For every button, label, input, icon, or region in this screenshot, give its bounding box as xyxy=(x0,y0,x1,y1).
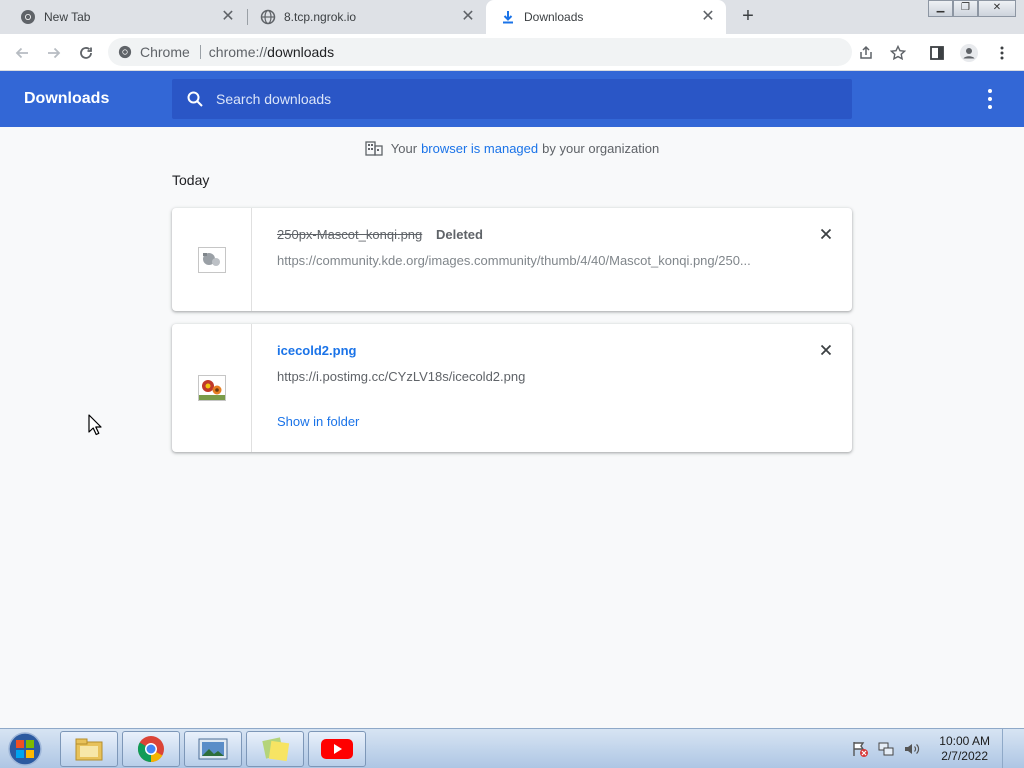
windows-start-icon[interactable] xyxy=(5,731,45,767)
chrome-site-icon xyxy=(118,45,132,59)
managed-prefix: Your xyxy=(390,140,418,156)
file-icon-column xyxy=(172,208,252,311)
restore-window-button[interactable]: ❐ xyxy=(953,0,978,17)
url-path: downloads xyxy=(267,44,335,60)
file-image-icon xyxy=(197,375,226,401)
remove-download-icon[interactable] xyxy=(818,342,834,358)
downloads-menu-button[interactable] xyxy=(984,89,996,109)
mouse-cursor-icon xyxy=(88,414,102,436)
omnibox-divider xyxy=(199,45,201,59)
new-tab-button[interactable]: + xyxy=(737,6,759,28)
tab-title: New Tab xyxy=(44,10,91,24)
building-icon xyxy=(365,141,383,156)
url-scheme: chrome:// xyxy=(208,44,268,60)
close-tab-icon[interactable]: ✕ xyxy=(460,9,476,25)
close-window-button[interactable]: ✕ xyxy=(978,0,1016,17)
back-arrow-icon xyxy=(15,47,28,59)
profile-button[interactable] xyxy=(958,42,980,64)
close-tab-icon[interactable]: ✕ xyxy=(700,9,716,25)
download-filename-link[interactable]: icecold2.png xyxy=(277,343,356,358)
file-explorer-icon xyxy=(75,738,103,761)
more-vert-icon xyxy=(1000,46,1004,60)
close-tab-icon[interactable]: ✕ xyxy=(220,9,236,25)
managed-notice: Your browser is managed by your organiza… xyxy=(0,140,1024,156)
system-tray: 10:00 AM 2/7/2022 xyxy=(851,729,1014,768)
taskbar-youtube[interactable] xyxy=(308,731,366,767)
tab-downloads[interactable]: Downloads ✕ xyxy=(486,0,726,34)
image-viewer-icon xyxy=(198,738,228,760)
page-title: Downloads xyxy=(24,90,110,107)
tab-title: Downloads xyxy=(524,10,584,24)
search-box[interactable] xyxy=(172,79,852,119)
file-icon-column xyxy=(172,324,252,452)
download-item: icecold2.png https://i.postimg.cc/CYzLV1… xyxy=(172,324,852,452)
globe-icon xyxy=(260,9,276,25)
share-icon xyxy=(860,45,872,59)
download-url: https://i.postimg.cc/CYzLV18s/icecold2.p… xyxy=(277,369,526,384)
taskbar-chrome[interactable] xyxy=(122,731,180,767)
star-icon xyxy=(890,45,906,61)
downloads-header: Downloads xyxy=(0,71,1024,127)
side-panel-button[interactable] xyxy=(926,42,948,64)
file-image-icon xyxy=(197,246,226,273)
side-panel-icon xyxy=(930,46,944,60)
share-button[interactable] xyxy=(855,42,877,64)
back-button[interactable] xyxy=(11,42,33,64)
action-center-flag-icon[interactable] xyxy=(851,740,869,758)
show-in-folder-link[interactable]: Show in folder xyxy=(277,414,359,429)
managed-link[interactable]: browser is managed xyxy=(421,141,538,156)
bookmark-button[interactable] xyxy=(887,42,909,64)
clock-time: 10:00 AM xyxy=(939,734,990,748)
address-bar[interactable]: Chrome chrome://downloads xyxy=(108,38,852,66)
browser-toolbar: Chrome chrome://downloads xyxy=(0,34,1024,71)
volume-icon[interactable] xyxy=(903,740,921,758)
tab-new-tab[interactable]: New Tab ✕ xyxy=(0,0,246,34)
remove-download-icon[interactable] xyxy=(818,226,834,242)
minimize-window-button[interactable]: ▁ xyxy=(928,0,953,17)
forward-button[interactable] xyxy=(43,42,65,64)
avatar-icon xyxy=(960,44,978,62)
network-icon[interactable] xyxy=(877,740,895,758)
taskbar-file-explorer[interactable] xyxy=(60,731,118,767)
search-input[interactable] xyxy=(216,91,852,107)
tab-ngrok[interactable]: 8.tcp.ngrok.io ✕ xyxy=(240,0,486,34)
chrome-icon xyxy=(137,736,164,763)
show-desktop-button[interactable] xyxy=(1002,729,1014,768)
download-status: Deleted xyxy=(436,227,483,242)
sticky-notes-icon xyxy=(262,737,290,762)
search-icon xyxy=(187,91,203,107)
tab-title: 8.tcp.ngrok.io xyxy=(284,10,357,24)
date-section-label: Today xyxy=(172,172,210,188)
download-filename: 250px-Mascot_konqi.png xyxy=(277,227,423,242)
managed-suffix: by your organization xyxy=(542,140,660,156)
forward-arrow-icon xyxy=(48,47,61,59)
tab-strip: New Tab ✕ 8.tcp.ngrok.io ✕ Downloads ✕ +… xyxy=(0,0,1024,34)
clock-date: 2/7/2022 xyxy=(941,749,988,763)
taskbar-sticky-notes[interactable] xyxy=(246,731,304,767)
taskbar-image-viewer[interactable] xyxy=(184,731,242,767)
youtube-icon xyxy=(321,739,353,759)
chrome-menu-button[interactable] xyxy=(991,42,1013,64)
taskbar-clock[interactable]: 10:00 AM 2/7/2022 xyxy=(939,734,990,764)
site-label: Chrome xyxy=(140,44,190,60)
download-icon xyxy=(503,11,513,24)
chrome-logo-icon xyxy=(21,10,35,24)
download-url: https://community.kde.org/images.communi… xyxy=(277,253,751,268)
reload-icon xyxy=(80,47,92,59)
download-item: 250px-Mascot_konqi.png Deleted https://c… xyxy=(172,208,852,311)
reload-button[interactable] xyxy=(75,42,97,64)
windows-taskbar: 10:00 AM 2/7/2022 xyxy=(0,728,1024,768)
